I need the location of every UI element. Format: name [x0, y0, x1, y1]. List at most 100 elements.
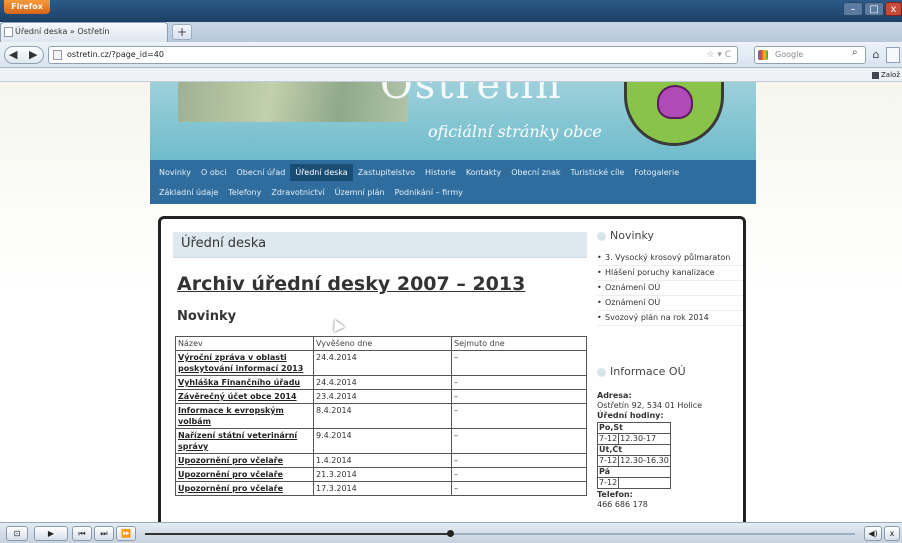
menu-item[interactable]: Obecní úřad — [231, 164, 290, 181]
seek-bar[interactable] — [145, 530, 855, 537]
archive-link[interactable]: Archiv úřední desky 2007 – 2013 — [177, 273, 525, 295]
notice-link[interactable]: Upozornění pro včelaře — [175, 481, 314, 496]
menu-item[interactable]: Úřední deska — [290, 164, 353, 181]
column-header-removed: Sejmuto dne — [451, 336, 587, 351]
menu-item[interactable]: Fotogalerie — [629, 164, 684, 181]
home-icon[interactable]: ⌂ — [868, 47, 884, 63]
menu-item[interactable]: Podnikání – firmy — [390, 184, 468, 201]
seek-handle[interactable] — [447, 530, 455, 537]
removed-date: – — [451, 375, 587, 390]
skip-start-icon[interactable]: ⏮ — [72, 526, 92, 541]
posted-date: 9.4.2014 — [313, 428, 452, 454]
table-row: Nařízení státní veterinární správy 9.4.20… — [175, 428, 587, 454]
office-hours-table: Po,St 7-12 12.30-17 Út,Čt 7-12 12.30-16.30 Pá 7… — [596, 422, 671, 489]
hours-day: Út,Čt — [597, 444, 671, 456]
page-viewport: Ostřetín oficiální stránky obce Novinky O… — [0, 82, 902, 522]
news-list: 3. Vysocký krosový půlmaratonHlášení por… — [597, 251, 743, 326]
bookmark-star-reload-icons[interactable]: ☆ ▾ C — [706, 47, 731, 63]
notice-link[interactable]: Vyhláška Finančního úřadu — [175, 375, 314, 390]
menu-item[interactable]: Novinky — [154, 164, 196, 181]
media-player-bar: ⊡ ▶ ⏮ ⏭ ⏩ ◀) x — [0, 522, 902, 543]
removed-date: – — [451, 428, 587, 454]
column-header-posted: Vyvěšeno dne — [313, 336, 452, 351]
menu-item[interactable]: Základní údaje — [154, 184, 223, 201]
news-item[interactable]: Oznámení OÚ — [597, 281, 743, 296]
menu-item[interactable]: O obci — [196, 164, 231, 181]
back-arrow-icon[interactable]: ◀ — [9, 47, 17, 63]
site-title: Ostřetín — [380, 82, 563, 108]
page-title: Úřední deska — [181, 236, 267, 251]
minimize-button[interactable]: – — [843, 2, 863, 16]
posted-date: 24.4.2014 — [313, 375, 452, 390]
search-box[interactable]: Google — [754, 46, 866, 64]
menu-item[interactable]: Turistické cíle — [566, 164, 630, 181]
notices-table-body: Výroční zpráva v oblasti poskytování inf… — [175, 350, 587, 496]
sidebar-office-info: Informace OÚ Adresa: Ostřetín 92, 534 01… — [596, 365, 743, 510]
menu-item[interactable]: Kontakty — [461, 164, 506, 181]
hours-label: Úřední hodiny: — [597, 411, 664, 420]
notice-link[interactable]: Závěrečný účet obce 2014 — [175, 389, 314, 404]
search-placeholder[interactable]: Google — [775, 47, 803, 63]
menu-item[interactable]: Obecní znak — [506, 164, 565, 181]
removed-date: – — [451, 467, 587, 482]
menu-item[interactable]: Zastupitelstvo — [353, 164, 420, 181]
sidebar-info-title: Informace OÚ — [610, 365, 686, 378]
notice-link[interactable]: Nařízení státní veterinární správy — [175, 428, 314, 454]
firefox-menu-button[interactable]: Firefox — [4, 0, 50, 14]
play-icon[interactable]: ▶ — [34, 526, 68, 541]
notice-link[interactable]: Upozornění pro včelaře — [175, 467, 314, 482]
menu-item[interactable]: Zdravotnictví — [266, 184, 329, 201]
url-text[interactable]: ostretin.cz/?page_id=40 — [67, 47, 164, 63]
bookmark-label: Založ — [881, 71, 900, 79]
hours-day: Po,St — [597, 422, 671, 434]
section-title: Novinky — [177, 309, 237, 324]
notice-link[interactable]: Informace k evropským volbám — [175, 403, 314, 429]
menu-item[interactable]: Územní plán — [330, 184, 390, 201]
google-icon[interactable] — [758, 50, 768, 60]
news-item[interactable]: 3. Vysocký krosový půlmaraton — [597, 251, 743, 266]
bullet-icon — [597, 232, 606, 241]
news-item[interactable]: Hlášení poruchy kanalizace — [597, 266, 743, 281]
hours-time: 7-12 — [596, 455, 620, 467]
window-titlebar: Firefox – □ x — [0, 0, 902, 22]
maximize-button[interactable]: □ — [864, 2, 884, 16]
notice-link[interactable]: Výroční zpráva v oblasti poskytování inf… — [175, 350, 314, 376]
menu-row-1: Novinky O obci Obecní úřad Úřední deska Zast… — [154, 164, 684, 181]
url-bar[interactable]: ostretin.cz/?page_id=40 ☆ ▾ C — [48, 46, 738, 64]
site-identity-icon[interactable] — [53, 50, 62, 60]
forward-arrow-icon[interactable]: ▶ — [29, 47, 37, 63]
back-forward-buttons[interactable]: ◀ ▶ — [4, 46, 44, 64]
removed-date: – — [451, 403, 587, 429]
site-header: Ostřetín oficiální stránky obce — [150, 82, 756, 160]
removed-date: – — [451, 453, 587, 468]
bookmark-item[interactable]: Založ — [872, 68, 900, 82]
close-player-icon[interactable]: x — [884, 526, 900, 541]
notice-link[interactable]: Upozornění pro včelaře — [175, 453, 314, 468]
step-forward-icon[interactable]: ⏭ — [94, 526, 114, 541]
browser-tab[interactable]: Úřední deska » Ostřetín — [0, 22, 168, 42]
removed-date: – — [451, 350, 587, 376]
news-item[interactable]: Svozový plán na rok 2014 — [597, 311, 743, 326]
tab-title: Úřední deska » Ostřetín — [15, 27, 110, 36]
screen-icon[interactable]: ⊡ — [6, 526, 28, 541]
sidebar-news-title: Novinky — [610, 229, 654, 242]
table-row: Upozornění pro včelaře 1.4.2014– — [175, 453, 587, 468]
aerial-photo — [178, 82, 408, 122]
table-row: Upozornění pro včelaře 21.3.2014– — [175, 467, 587, 482]
menu-item[interactable]: Telefony — [223, 184, 266, 201]
close-button[interactable]: x — [885, 2, 902, 16]
search-icon[interactable]: ⌕ — [852, 47, 858, 58]
posted-date: 17.3.2014 — [313, 481, 452, 496]
volume-icon[interactable]: ◀) — [864, 526, 882, 541]
content-box: Úřední deska Archiv úřední desky 2007 – … — [158, 216, 746, 522]
office-info-body: Adresa: Ostřetín 92, 534 01 Holice Úředn… — [596, 391, 743, 510]
bookmarks-icon[interactable] — [886, 47, 900, 63]
hours-time: 7-12 — [596, 477, 620, 489]
menu-item[interactable]: Historie — [420, 164, 461, 181]
new-tab-button[interactable]: + — [172, 24, 192, 40]
address-label: Adresa: — [597, 391, 632, 400]
news-item[interactable]: Oznámení OÚ — [597, 296, 743, 311]
removed-date: – — [451, 389, 587, 404]
sidebar: Novinky 3. Vysocký krosový půlmaratonHlá… — [595, 225, 745, 522]
fast-forward-icon[interactable]: ⏩ — [116, 526, 136, 541]
